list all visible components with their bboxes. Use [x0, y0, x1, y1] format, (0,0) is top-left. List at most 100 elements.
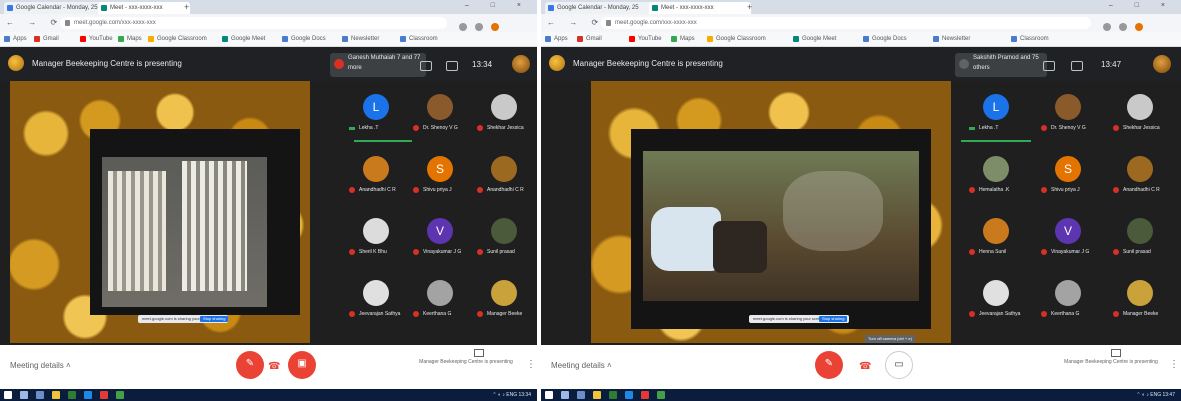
new-tab-icon[interactable]: +	[184, 3, 189, 12]
participant-tile[interactable]: Anandhadhi C R	[473, 150, 537, 202]
participant-tile[interactable]: Sunil prasad	[1109, 212, 1173, 264]
camera-button[interactable]: ▭	[885, 351, 913, 379]
participant-tile[interactable]: S Shivu priya J	[409, 150, 473, 202]
bookmark-item[interactable]: Google Meet	[222, 34, 265, 44]
chrome-icon[interactable]	[657, 391, 665, 399]
app-icon[interactable]	[625, 391, 633, 399]
more-options-icon[interactable]: ⋮	[526, 359, 536, 370]
captions-icon[interactable]	[474, 349, 484, 357]
participant-tile[interactable]: S Shivu priya J	[1037, 150, 1101, 202]
url-field[interactable]: meet.google.com/xxx-xxxx-xxx	[60, 17, 447, 29]
search-icon[interactable]	[20, 391, 28, 399]
self-tile[interactable]: Sakshith Pramod and 75 others	[955, 53, 1047, 77]
new-tab-icon[interactable]: +	[747, 3, 752, 12]
meeting-details-button[interactable]: Meeting details ˄	[10, 361, 71, 370]
participant-tile[interactable]: Anandhadhi C R	[1109, 150, 1173, 202]
account-avatar[interactable]	[512, 55, 530, 73]
participant-tile[interactable]: Shekhar Jessica	[1109, 88, 1173, 140]
bookmark-item[interactable]: Gmail	[577, 34, 602, 44]
app-icon[interactable]	[100, 391, 108, 399]
participant-tile[interactable]: Anandhadhi C R	[345, 150, 409, 202]
participant-tile[interactable]: V Vinayakumar J G	[409, 212, 473, 264]
bookmark-item[interactable]: Google Classroom	[707, 34, 766, 44]
start-icon[interactable]	[545, 391, 553, 399]
bookmark-item[interactable]: Google Docs	[282, 34, 326, 44]
participant-tile[interactable]: Keerthana G	[409, 274, 473, 326]
participant-tile[interactable]: Jeevarajan Sathya	[965, 274, 1029, 326]
people-icon[interactable]	[1043, 61, 1055, 71]
bookmark-item[interactable]: Gmail	[34, 34, 59, 44]
presenting-caption[interactable]: Manager Beekeeping Centre is presenting	[416, 359, 516, 366]
chrome-icon[interactable]	[116, 391, 124, 399]
bookmark-item[interactable]: Newsletter	[933, 34, 970, 44]
self-tile[interactable]: Ganesh Muthaiah 7 and 77 more	[330, 53, 426, 77]
participant-tile[interactable]: Sunil prasad	[473, 212, 537, 264]
app-icon[interactable]	[609, 391, 617, 399]
bookmark-item[interactable]: YouTube	[80, 34, 113, 44]
account-avatar[interactable]	[1153, 55, 1171, 73]
bookmark-item[interactable]: Newsletter	[342, 34, 379, 44]
search-icon[interactable]	[561, 391, 569, 399]
participant-tile[interactable]: L Lekha .T	[965, 88, 1029, 140]
bookmark-item[interactable]: Classroom	[1011, 34, 1049, 44]
explorer-icon[interactable]	[52, 391, 60, 399]
hangup-button[interactable]: ☎	[268, 361, 280, 372]
participant-tile[interactable]: Shekhar Jessica	[473, 88, 537, 140]
hangup-button[interactable]: ☎	[859, 361, 871, 372]
more-options-icon[interactable]: ⋮	[1169, 359, 1179, 370]
system-tray[interactable]: ⌃ ◐ ♪ ENG 13:47	[1136, 391, 1175, 399]
participant-tile[interactable]: Hemalatha .K	[965, 150, 1029, 202]
bookmark-item[interactable]: Maps	[671, 34, 695, 44]
app-icon[interactable]	[68, 391, 76, 399]
browser-tab-meet[interactable]: Meet - xxx-xxxx-xxx	[98, 2, 190, 14]
stop-sharing-button[interactable]: Stop sharing	[819, 316, 848, 322]
presenting-caption[interactable]: Manager Beekeeping Centre is presenting	[1061, 359, 1161, 366]
extension-icons[interactable]	[1103, 18, 1173, 31]
camera-button[interactable]: ▣	[288, 351, 316, 379]
participant-tile[interactable]: Manager Beeke	[473, 274, 537, 326]
participant-tile[interactable]: Keerthana G	[1037, 274, 1101, 326]
bookmark-label: Gmail	[586, 36, 602, 42]
browser-tab-calendar[interactable]: Google Calendar - Monday, 25	[545, 2, 657, 14]
chat-icon[interactable]	[1071, 61, 1083, 71]
browser-tab-calendar[interactable]: Google Calendar - Monday, 25	[4, 2, 106, 14]
captions-icon[interactable]	[1111, 349, 1121, 357]
window-controls[interactable]: – □ ×	[1109, 2, 1175, 9]
participant-tile[interactable]: Dr. Shenoy V G	[409, 88, 473, 140]
start-icon[interactable]	[4, 391, 12, 399]
participant-tile[interactable]: Dr. Shenoy V G	[1037, 88, 1101, 140]
browser-tab-meet[interactable]: Meet - xxx-xxxx-xxx	[649, 2, 751, 14]
app-icon[interactable]	[641, 391, 649, 399]
bookmark-item[interactable]: Maps	[118, 34, 142, 44]
participant-tile[interactable]: V Vinayakumar J G	[1037, 212, 1101, 264]
explorer-icon[interactable]	[593, 391, 601, 399]
participant-tile[interactable]: Sheril K Bhu	[345, 212, 409, 264]
mic-button[interactable]: ✎	[815, 351, 843, 379]
extension-icons[interactable]	[459, 18, 529, 31]
bookmark-item[interactable]: Apps	[4, 34, 27, 44]
nav-buttons[interactable]: ← → ⟳	[547, 18, 604, 27]
participant-tile[interactable]: Manager Beeke	[1109, 274, 1173, 326]
chat-icon[interactable]	[446, 61, 458, 71]
window-controls[interactable]: – □ ×	[465, 2, 531, 9]
people-icon[interactable]	[420, 61, 432, 71]
system-tray[interactable]: ⌃ ◐ ♪ ENG 13:34	[492, 391, 531, 399]
url-field[interactable]: meet.google.com/xxx-xxxx-xxx	[601, 17, 1091, 29]
bookmark-item[interactable]: Classroom	[400, 34, 438, 44]
taskview-icon[interactable]	[36, 391, 44, 399]
participant-tile[interactable]: Henna Sunil	[965, 212, 1029, 264]
mic-button[interactable]: ✎	[236, 351, 264, 379]
bookmark-item[interactable]: Google Classroom	[148, 34, 207, 44]
stop-sharing-button[interactable]: Stop sharing	[200, 316, 229, 322]
app-icon[interactable]	[84, 391, 92, 399]
bookmark-item[interactable]: Google Docs	[863, 34, 907, 44]
participant-tile[interactable]: L Lekha .T	[345, 88, 409, 140]
taskview-icon[interactable]	[577, 391, 585, 399]
bookmark-item[interactable]: YouTube	[629, 34, 662, 44]
meeting-details-button[interactable]: Meeting details ˄	[551, 361, 612, 370]
participant-tile[interactable]: Jeevarajan Sathya	[345, 274, 409, 326]
bookmark-item[interactable]: Apps	[545, 34, 568, 44]
mic-off-icon	[1113, 187, 1119, 193]
bookmark-item[interactable]: Google Meet	[793, 34, 836, 44]
nav-buttons[interactable]: ← → ⟳	[6, 18, 63, 27]
